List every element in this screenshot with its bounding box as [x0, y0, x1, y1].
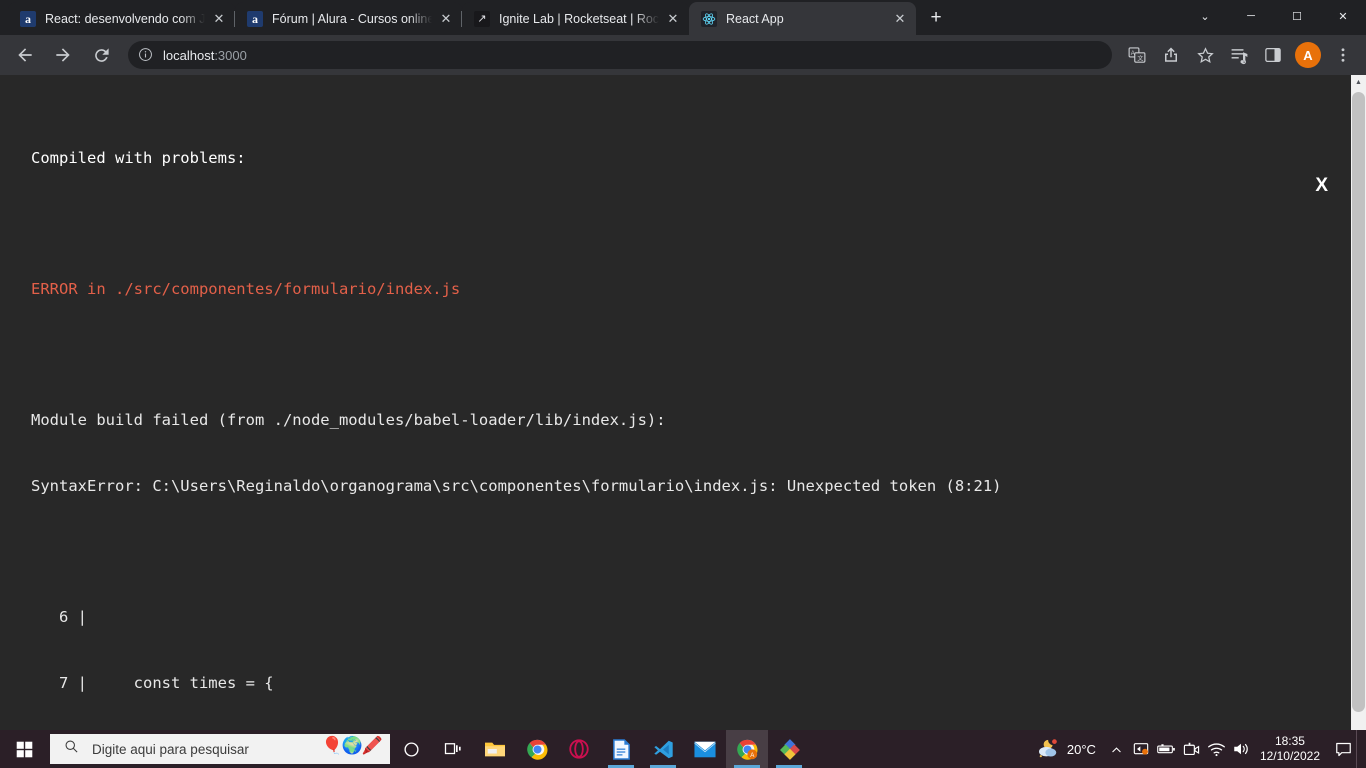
battery-icon[interactable]	[1154, 730, 1179, 768]
url-text: localhost:3000	[163, 48, 247, 63]
browser-tab-2[interactable]: a Fórum | Alura - Cursos online de ✕	[235, 2, 462, 35]
wifi-icon[interactable]	[1204, 730, 1229, 768]
tab-close-button[interactable]: ✕	[892, 11, 908, 27]
task-view-icon[interactable]	[432, 730, 474, 768]
tab-close-button[interactable]: ✕	[438, 11, 454, 27]
back-arrow-icon[interactable]	[9, 39, 41, 71]
taskbar-clock[interactable]: 18:35 12/10/2022	[1254, 734, 1330, 764]
overlay-error-file: ERROR in ./src/componentes/formulario/in…	[31, 280, 461, 298]
page-scrollbar[interactable]: ▲	[1351, 75, 1366, 730]
media-list-icon[interactable]	[1224, 40, 1254, 70]
tab-title: Ignite Lab | Rocketseat | Rocketse	[499, 11, 659, 26]
search-illustration-icon: 🎈🌍🖍️	[321, 736, 383, 755]
tab-title: React: desenvolvendo com JavaS	[45, 11, 205, 26]
svg-text:A: A	[1131, 51, 1135, 57]
bookmark-star-icon[interactable]	[1190, 40, 1220, 70]
vscode-icon[interactable]	[642, 730, 684, 768]
browser-tab-1[interactable]: a React: desenvolvendo com JavaS ✕	[8, 2, 235, 35]
weather-widget[interactable]: 20°C	[1031, 738, 1104, 761]
alura-favicon-icon: a	[247, 10, 263, 27]
clock-date: 12/10/2022	[1259, 749, 1320, 763]
rocketseat-favicon-icon: ↗	[474, 10, 490, 27]
taskbar-search-box[interactable]: Digite aqui para pesquisar 🎈🌍🖍️	[50, 734, 390, 764]
action-center-icon[interactable]	[1330, 730, 1356, 768]
weather-temperature: 20°C	[1066, 741, 1096, 757]
compile-error-overlay: Compiled with problems: ERROR in ./src/c…	[0, 75, 1351, 730]
url-port: :3000	[214, 47, 247, 63]
page-viewport: Compiled with problems: ERROR in ./src/c…	[0, 75, 1366, 730]
tab-close-button[interactable]: ✕	[211, 11, 227, 27]
overlay-heading: Compiled with problems:	[31, 149, 246, 167]
info-circle-icon[interactable]	[138, 47, 154, 63]
file-explorer-icon[interactable]	[474, 730, 516, 768]
search-icon	[64, 739, 79, 759]
tab-title: Fórum | Alura - Cursos online de	[272, 11, 432, 26]
chrome-profile-icon[interactable]: A	[726, 730, 768, 768]
url-host: localhost	[163, 47, 215, 63]
system-tray: 20°C 18:35 12/10/2022	[1031, 730, 1366, 768]
code-frame-line: 6 |	[31, 608, 87, 626]
browser-tab-3[interactable]: ↗ Ignite Lab | Rocketseat | Rocketse ✕	[462, 2, 689, 35]
search-placeholder-text: Digite aqui para pesquisar	[92, 741, 249, 757]
tab-strip: a React: desenvolvendo com JavaS ✕ a Fór…	[0, 0, 1366, 35]
camera-icon[interactable]	[1179, 730, 1204, 768]
start-button-icon[interactable]	[0, 730, 48, 768]
react-logo-favicon-icon	[701, 10, 717, 27]
share-icon[interactable]	[1156, 40, 1186, 70]
code-frame-line: 7 | const times = {	[31, 674, 274, 692]
show-desktop-button[interactable]	[1356, 730, 1362, 768]
reload-icon[interactable]	[85, 39, 117, 71]
windows-taskbar: Digite aqui para pesquisar 🎈🌍🖍️ A 20°C 1…	[0, 730, 1366, 768]
volume-icon[interactable]	[1229, 730, 1254, 768]
alura-favicon-icon: a	[20, 10, 36, 27]
side-panel-icon[interactable]	[1258, 40, 1288, 70]
minimize-window-button[interactable]: ─	[1228, 0, 1274, 32]
translate-icon[interactable]: A 文	[1122, 40, 1152, 70]
mail-icon[interactable]	[684, 730, 726, 768]
tab-title: React App	[726, 11, 784, 26]
scrollbar-up-arrow-icon[interactable]: ▲	[1351, 75, 1366, 90]
scrollbar-thumb[interactable]	[1352, 92, 1365, 712]
overlay-message-line: SyntaxError: C:\Users\Reginaldo\organogr…	[31, 477, 1002, 495]
overlay-message-line: Module build failed (from ./node_modules…	[31, 411, 666, 429]
browser-toolbar: localhost:3000 A 文 A	[0, 35, 1366, 75]
opera-icon[interactable]	[558, 730, 600, 768]
libreoffice-writer-icon[interactable]	[600, 730, 642, 768]
window-controls: ⌄ ─ ☐ ✕	[1182, 0, 1366, 32]
forward-arrow-icon[interactable]	[47, 39, 79, 71]
overlay-close-button[interactable]: X	[1315, 175, 1328, 197]
toolbar-actions: A 文 A	[1120, 40, 1360, 70]
tray-expand-chevron-icon[interactable]	[1104, 730, 1129, 768]
cortana-icon[interactable]	[390, 730, 432, 768]
tab-search-chevron-icon[interactable]: ⌄	[1182, 0, 1228, 32]
browser-window: a React: desenvolvendo com JavaS ✕ a Fór…	[0, 0, 1366, 730]
close-window-button[interactable]: ✕	[1320, 0, 1366, 32]
profile-avatar[interactable]: A	[1295, 42, 1321, 68]
three-dots-vertical-icon[interactable]	[1328, 40, 1358, 70]
browser-tab-4-active[interactable]: React App ✕	[689, 2, 916, 35]
address-bar[interactable]: localhost:3000	[128, 41, 1112, 69]
onedrive-sync-icon[interactable]	[1129, 730, 1154, 768]
chrome-icon[interactable]	[516, 730, 558, 768]
clock-time: 18:35	[1274, 734, 1305, 748]
colorful-app-icon[interactable]	[768, 730, 810, 768]
new-tab-button[interactable]: +	[922, 4, 950, 32]
tab-close-button[interactable]: ✕	[665, 11, 681, 27]
maximize-window-button[interactable]: ☐	[1274, 0, 1320, 32]
partly-cloudy-night-icon	[1037, 738, 1061, 761]
